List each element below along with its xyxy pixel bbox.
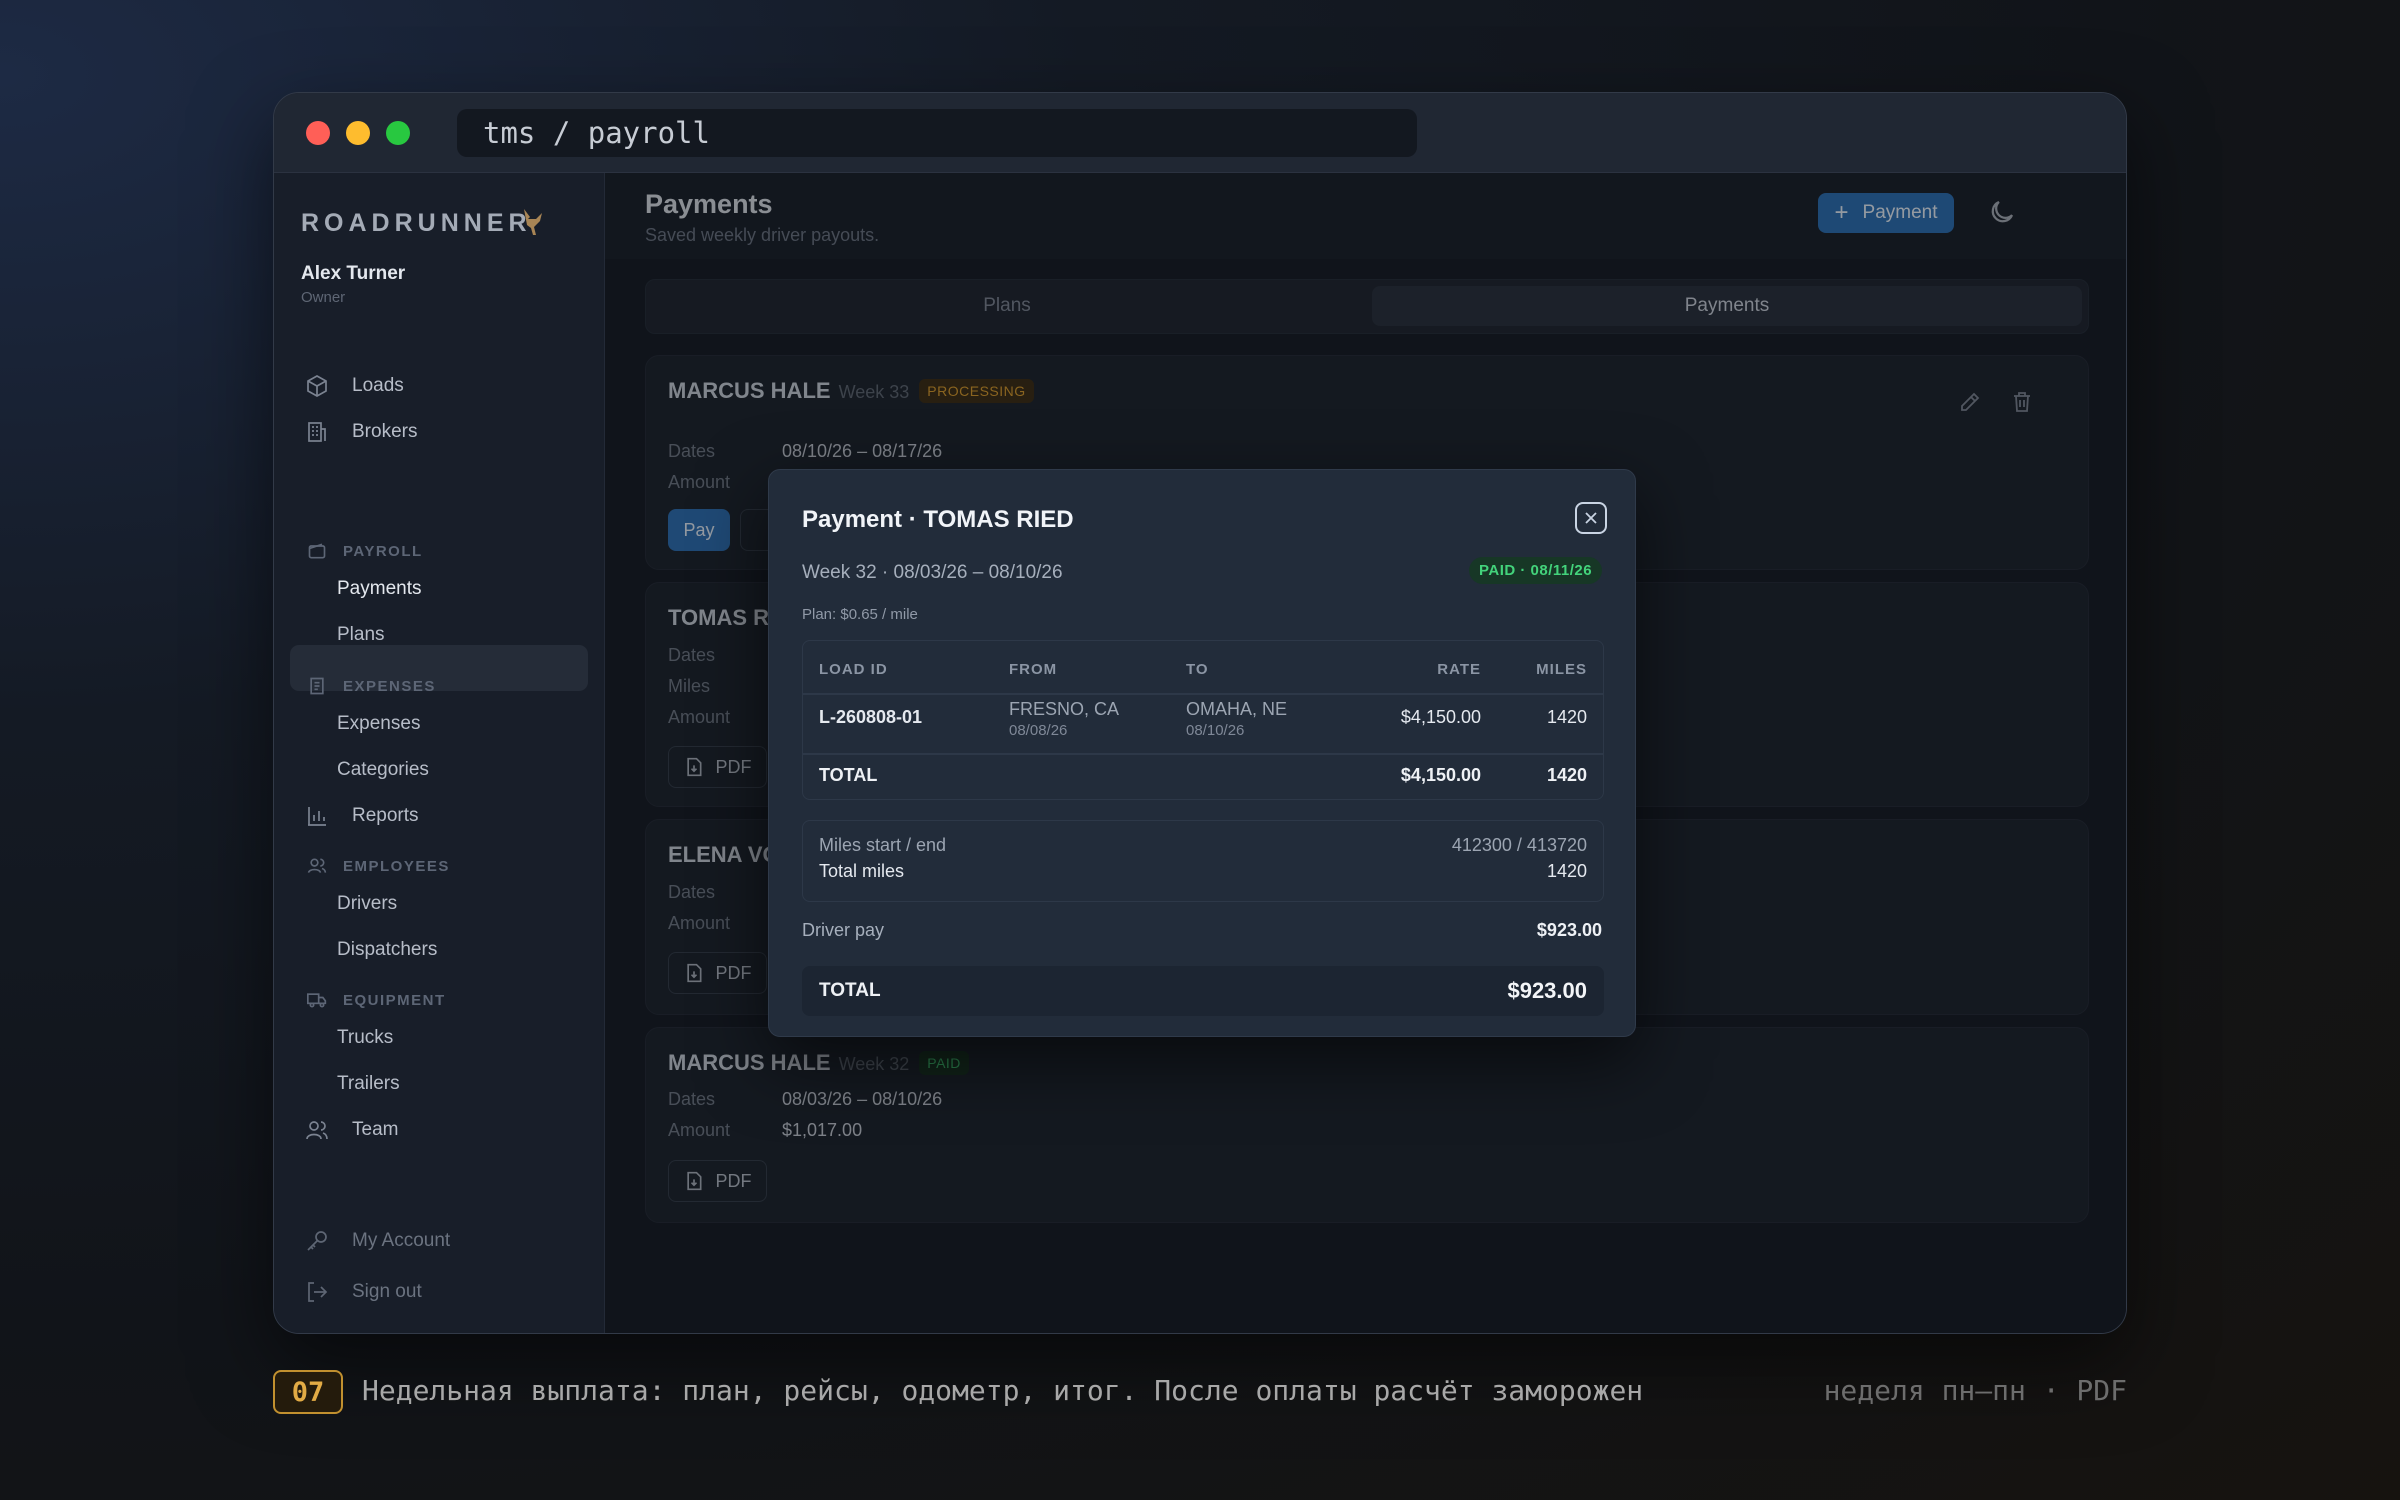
building-icon (304, 419, 330, 445)
sidebar-item-payments[interactable]: Payments (337, 578, 421, 600)
grand-total-value: $923.00 (1507, 978, 1587, 1003)
sidebar-item-categories[interactable]: Categories (337, 759, 429, 781)
sidebar-item-label: Sign out (352, 1281, 422, 1302)
driver-pay-label: Driver pay (802, 920, 885, 940)
sidebar-item-expenses[interactable]: Expenses (337, 713, 420, 735)
from-city-cell: FRESNO, CA (1009, 699, 1120, 719)
loads-total-miles: 1420 (1546, 765, 1587, 785)
sidebar-item-team[interactable]: Team (304, 1108, 398, 1152)
users-icon (307, 856, 327, 876)
pay-plan-label: Plan: $0.65 / mile (802, 606, 918, 623)
loads-table: LOAD ID FROM TO RATE MILES L-260808-01 F… (802, 640, 1604, 800)
sign-out-icon (304, 1279, 330, 1305)
caption-meta: неделя пн–пн · PDF (1823, 1374, 2127, 1407)
from-date-cell: 08/08/26 (1009, 722, 1068, 739)
grand-total-row: TOTAL $923.00 (802, 966, 1604, 1016)
caption-text: Недельная выплата: план, рейсы, одометр,… (362, 1374, 1644, 1407)
sidebar (274, 173, 605, 1333)
sidebar-item-plans[interactable]: Plans (337, 624, 385, 646)
user-role: Owner (301, 289, 346, 306)
sidebar-item-reports[interactable]: Reports (304, 794, 419, 838)
total-miles-value: 1420 (1546, 861, 1587, 881)
team-icon (304, 1117, 330, 1143)
sidebar-item-brokers[interactable]: Brokers (304, 410, 417, 454)
receipt-icon (307, 676, 327, 696)
nav-section-equipment: EQUIPMENT (307, 990, 446, 1010)
nav-section-employees: EMPLOYEES (307, 856, 450, 876)
odometer-label: Miles start / end (819, 835, 947, 855)
address-bar[interactable]: tms / payroll (457, 109, 1417, 157)
sidebar-item-loads[interactable]: Loads (304, 364, 404, 408)
sidebar-item-label: Team (352, 1119, 399, 1140)
table-divider (803, 693, 1603, 695)
modal-title: Payment · TOMAS RIED (802, 506, 1074, 533)
sidebar-item-trucks[interactable]: Trucks (337, 1027, 393, 1049)
maximize-window-button[interactable] (386, 121, 410, 145)
wallet-icon (307, 541, 327, 561)
sidebar-item-label: My Account (352, 1230, 451, 1251)
nav-section-payroll: PAYROLL (307, 541, 423, 561)
column-header-from: FROM (1009, 661, 1058, 678)
roadrunner-logo-icon (518, 205, 548, 247)
nav-section-expenses: EXPENSES (307, 676, 436, 696)
user-name: Alex Turner (301, 263, 406, 284)
close-window-button[interactable] (306, 121, 330, 145)
title-bar: tms / payroll (274, 93, 2126, 173)
column-header-rate: RATE (1437, 661, 1481, 678)
key-icon (304, 1228, 330, 1254)
brand-logo-text: ROADRUNNER (301, 209, 532, 237)
loads-total-label: TOTAL (819, 765, 878, 785)
odometer-value: 412300 / 413720 (1451, 835, 1587, 855)
sidebar-item-dispatchers[interactable]: Dispatchers (337, 939, 437, 961)
odometer-box: Miles start / end 412300 / 413720 Total … (802, 820, 1604, 902)
sidebar-item-sign-out[interactable]: Sign out (304, 1270, 422, 1314)
close-icon (1585, 512, 1597, 524)
sidebar-item-trailers[interactable]: Trailers (337, 1073, 400, 1095)
payment-detail-modal: Payment · TOMAS RIED Week 32 · 08/03/26 … (768, 469, 1636, 1037)
grand-total-label: TOTAL (819, 980, 881, 1001)
to-date-cell: 08/10/26 (1186, 722, 1245, 739)
loads-total-rate: $4,150.00 (1400, 765, 1481, 785)
paid-status-badge: PAID · 08/11/26 (1469, 557, 1603, 584)
caption-number-badge: 07 (273, 1370, 343, 1414)
rate-cell: $4,150.00 (1400, 707, 1481, 727)
driver-pay-value: $923.00 (1536, 920, 1602, 940)
minimize-window-button[interactable] (346, 121, 370, 145)
sidebar-item-label: Reports (352, 805, 419, 826)
box-icon (304, 373, 330, 399)
bar-chart-icon (304, 803, 330, 829)
truck-icon (307, 990, 327, 1010)
sidebar-item-my-account[interactable]: My Account (304, 1219, 450, 1263)
column-header-to: TO (1186, 661, 1209, 678)
table-divider (803, 753, 1603, 755)
modal-week-range: Week 32 · 08/03/26 – 08/10/26 (802, 562, 1063, 583)
close-modal-button[interactable] (1575, 502, 1607, 534)
column-header-load-id: LOAD ID (819, 661, 888, 678)
to-city-cell: OMAHA, NE (1186, 699, 1288, 719)
miles-cell: 1420 (1546, 707, 1587, 727)
column-header-miles: MILES (1536, 661, 1587, 678)
total-miles-label: Total miles (819, 861, 905, 881)
sidebar-item-label: Loads (352, 375, 404, 396)
load-id-cell: L-260808-01 (819, 707, 923, 727)
sidebar-item-label: Brokers (352, 421, 418, 442)
sidebar-item-drivers[interactable]: Drivers (337, 893, 397, 915)
